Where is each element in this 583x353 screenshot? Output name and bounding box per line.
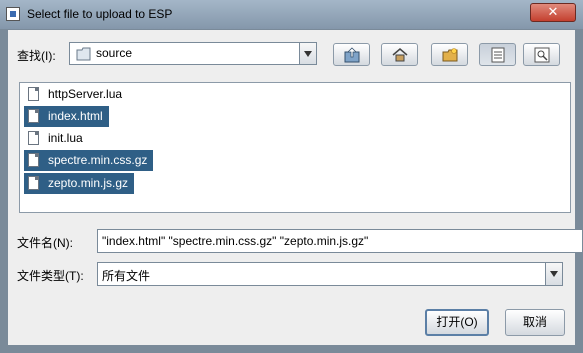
file-type-value: 所有文件 [102,269,151,283]
details-view-icon [534,47,550,63]
list-item[interactable]: spectre.min.css.gz [24,150,154,171]
dialog-body: 查找(I): source httpServer.lua index.html … [8,30,583,345]
file-list[interactable]: httpServer.lua index.html init.lua spect… [19,82,571,213]
new-folder-icon [442,48,458,62]
file-icon [28,176,39,190]
file-name: spectre.min.css.gz [48,153,148,167]
close-button[interactable]: ✕ [530,3,576,22]
look-in-value: source [96,46,133,60]
file-chooser-dialog: Select file to upload to ESP ✕ 查找(I): so… [0,0,583,353]
close-icon: ✕ [547,5,559,20]
open-button[interactable]: 打开(O) [425,309,489,336]
list-view-button[interactable] [479,43,516,66]
file-name: init.lua [48,131,83,145]
home-button[interactable] [381,43,418,66]
home-icon [392,48,408,62]
look-in-combo[interactable]: source [69,42,317,65]
file-type-label: 文件类型(T): [17,269,84,283]
app-icon [6,7,20,21]
list-item[interactable]: zepto.min.js.gz [24,173,135,194]
chevron-down-icon[interactable] [299,43,316,64]
list-item[interactable]: index.html [24,106,109,127]
cancel-button[interactable]: 取消 [505,309,565,336]
window-title: Select file to upload to ESP [27,7,173,21]
folder-icon [76,47,91,61]
list-item[interactable]: httpServer.lua [24,84,128,105]
file-icon [28,131,39,145]
details-view-button[interactable] [523,43,560,66]
up-one-level-button[interactable] [333,43,370,66]
file-type-combo[interactable]: 所有文件 [97,262,563,286]
file-name: httpServer.lua [48,87,123,101]
file-icon [28,153,39,167]
file-name: index.html [48,109,103,123]
list-view-icon [491,47,505,63]
chevron-down-icon[interactable] [545,263,562,285]
file-icon [28,87,39,101]
up-folder-icon [344,47,360,63]
title-bar[interactable]: Select file to upload to ESP ✕ [0,0,583,29]
file-name-label: 文件名(N): [17,236,73,250]
file-name-field[interactable]: "index.html" "spectre.min.css.gz" "zepto… [97,229,583,253]
list-item[interactable]: init.lua [24,128,89,149]
new-folder-button[interactable] [431,43,468,66]
file-name: zepto.min.js.gz [48,176,129,190]
file-icon [28,109,39,123]
look-in-label: 查找(I): [17,49,56,63]
